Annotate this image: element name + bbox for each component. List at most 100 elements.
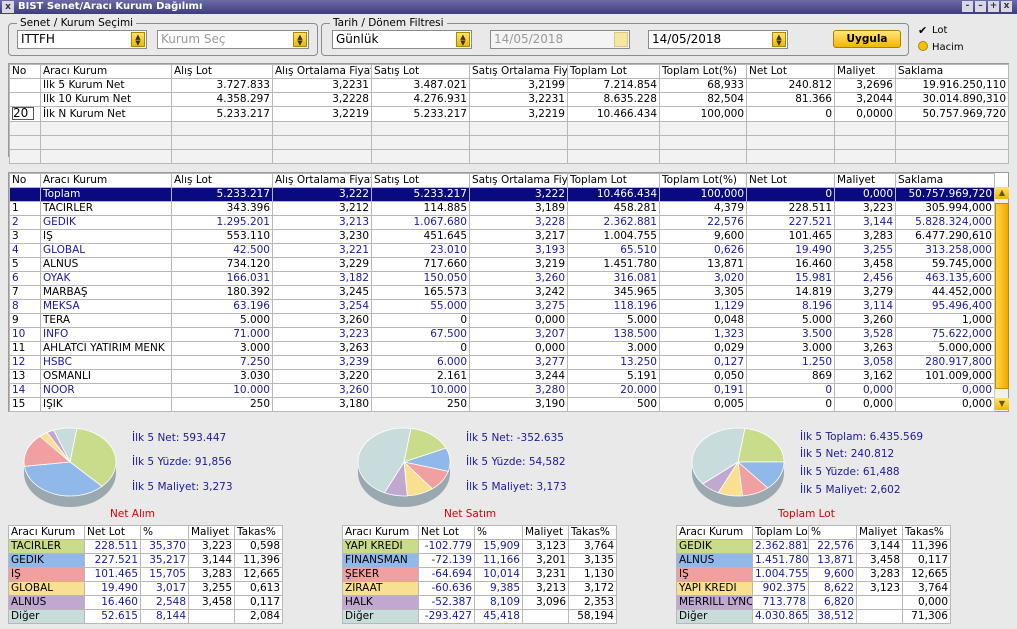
scroll-down-icon[interactable]: ▼ (995, 398, 1009, 410)
column-header: Aracı Kurum (676, 525, 753, 540)
summary-row[interactable]: İlk 5 Kurum Net 3.727.833 3,2231 3.487.021 3… (9, 78, 1009, 93)
detail-cell: 3.500 (746, 327, 835, 342)
chart-table-row[interactable]: GEDİK 227.521 35,217 3,144 11,396 (8, 553, 283, 568)
close-icon[interactable]: x (2, 1, 14, 13)
date-to-field[interactable]: 14/05/2018 ▲ ▼ (648, 30, 788, 49)
apply-button[interactable]: Uygula (833, 30, 901, 48)
senet-select[interactable]: ITTFH ▲ ▼ (17, 30, 147, 49)
table-row[interactable]: 1 TACİRLER 343.396 3,212 114.885 3,189 458.281… (9, 201, 995, 216)
top-n-input[interactable]: 20 (12, 107, 34, 120)
chart-table-row[interactable]: GEDİK 2.362.881 22,576 3,144 11,396 (676, 539, 951, 554)
table-row[interactable]: 9 TERA 5.000 3,260 0 0,000 5.000 0,048 5.000 3,26… (9, 313, 995, 328)
radio-circle-icon (918, 41, 928, 51)
summary-cell: 5.233.217 (171, 106, 273, 122)
column-header: No (9, 173, 41, 188)
chart-table-cell: 15,909 (474, 539, 523, 554)
chart-table-cell: -52.387 (418, 595, 475, 610)
detail-cell: 10.000 (171, 383, 273, 398)
table-row[interactable]: 6 OYAK 166.031 3,182 150.050 3,260 316.081 3,02… (9, 271, 995, 286)
detail-cell: 10 (9, 327, 41, 342)
table-row[interactable]: 5 ALNUS 734.120 3,229 717.660 3,219 1.451.780 1… (9, 257, 995, 272)
summary-row[interactable]: İlk 10 Kurum Net 4.358.297 3,2228 4.276.931… (9, 92, 1009, 107)
detail-cell: 5.000 (746, 313, 835, 328)
chart-table-row[interactable]: MERRILL LYNC 713.778 6,820 0,000 (676, 595, 951, 610)
detail-cell: 3.000 (171, 341, 273, 356)
restore-button[interactable]: – (975, 1, 986, 12)
table-row[interactable]: 13 OSMANLI 3.030 3,220 2.161 3,244 5.191 0,050 8… (9, 369, 995, 384)
scroll-thumb[interactable] (995, 203, 1009, 389)
detail-cell: 166.031 (171, 271, 273, 286)
kurum-select[interactable]: Kurum Seç ▲ ▼ (157, 30, 309, 49)
detail-cell: 3,239 (272, 355, 372, 370)
table-row[interactable]: 11 AHLATCI YATIRIM MENK 3.000 3,263 0 0,000 3.… (9, 341, 995, 356)
calendar-icon[interactable] (614, 32, 628, 47)
maximize-button[interactable]: + (988, 1, 999, 12)
column-header: Aracı Kurum (40, 173, 172, 188)
detail-cell: 165.573 (371, 285, 470, 300)
chart-table-cell: 9,600 (808, 567, 857, 582)
chart-table-cell: 0,000 (902, 595, 951, 610)
minimize-button[interactable]: - (962, 1, 973, 12)
checkmark-icon: ✔ (918, 24, 928, 37)
detail-cell: 3,528 (834, 327, 896, 342)
table-row[interactable]: 7 MARBAŞ 180.392 3,245 165.573 3,242 345.965 3,… (9, 285, 995, 300)
table-row[interactable]: 4 GLOBAL 42.500 3,221 23.010 3,193 65.510 0,626… (9, 243, 995, 258)
chart-table-row[interactable]: İŞ 101.465 15,705 3,283 12,665 (8, 567, 283, 582)
chart-table-row[interactable]: HALK -52.387 8,109 3,096 2,353 (342, 595, 617, 610)
chart-table-row[interactable]: YAPI KREDİ 902.375 8,622 3,123 3,764 (676, 581, 951, 596)
table-row[interactable]: 2 GEDİK 1.295.201 3,213 1.067.680 3,228 2.362.… (9, 215, 995, 230)
column-header: % (140, 525, 189, 540)
window-close-button[interactable]: x (1001, 1, 1012, 12)
chart-table-cell: 15,705 (140, 567, 189, 582)
table-row[interactable]: 3 İŞ 553.110 3,230 451.645 3,217 1.004.755 9,60… (9, 229, 995, 244)
dropdown-arrow-icon[interactable]: ▲ ▼ (456, 32, 470, 47)
dropdown-arrow-icon[interactable]: ▲ ▼ (772, 32, 786, 47)
chart-table-cell: MERRILL LYNC (676, 595, 753, 610)
chart-table-cell: YAPI KREDİ (342, 539, 419, 554)
table-row[interactable]: 10 İNFO 71.000 3,223 67.500 3,207 138.500 1,323… (9, 327, 995, 342)
summary-cell: 240.812 (746, 78, 835, 93)
chart-table-cell: 11,396 (234, 553, 283, 568)
detail-cell: Toplam (40, 187, 172, 202)
chart-table-cell: 0,598 (234, 539, 283, 554)
detail-cell: 0,000 (469, 341, 568, 356)
radio-hacim[interactable]: Hacim (918, 41, 964, 53)
table-row[interactable]: 15 IŞIK 250 3,180 250 3,190 500 0,005 0 0,000 0,00… (9, 397, 995, 412)
chart-table-row[interactable]: ALNUS 1.451.780 13,871 3,458 0,117 (676, 553, 951, 568)
column-header: Net Lot (84, 525, 141, 540)
total-row[interactable]: Toplam 5.233.217 3,222 5.233.217 3,222 10.466… (9, 187, 995, 202)
summary-row[interactable]: 20 İlk N Kurum Net 5.233.217 3,2219 5.233.21… (9, 106, 1009, 122)
chart-table-row[interactable]: Diğer -293.427 45,418 58,194 (342, 609, 617, 624)
summary-cell: 4.358.297 (171, 92, 273, 107)
detail-table: No Aracı Kurum Alış Lot Alış Ortalama Fiyat… (9, 173, 995, 412)
pie-stat-label: İlk 5 Maliyet: 3,173 (466, 481, 567, 493)
date-from-field[interactable]: 14/05/2018 (490, 30, 630, 49)
detail-cell: 3,223 (272, 327, 372, 342)
period-select[interactable]: Günlük ▲ ▼ (332, 30, 472, 49)
chart-table-row[interactable]: GLOBAL 19.490 3,017 3,255 0,613 (8, 581, 283, 596)
summary-cell: 50.757.969,720 (895, 106, 1009, 122)
detail-cell: 5.828.324,000 (895, 215, 995, 230)
detail-cell: 3,229 (272, 257, 372, 272)
pie-stat-label: İlk 5 Net: 240.812 (800, 448, 895, 460)
chart-table-row[interactable]: Diğer 52.615 8,144 2,084 (8, 609, 283, 624)
detail-cell: 3,260 (272, 313, 372, 328)
chart-table-row[interactable]: FİNANSMAN -72.139 11,166 3,201 3,135 (342, 553, 617, 568)
dropdown-arrow-icon[interactable]: ▲ ▼ (131, 32, 145, 47)
chart-table-row[interactable]: ŞEKER -64.694 10,014 3,231 1,130 (342, 567, 617, 582)
chart-table-cell: 101.465 (84, 567, 141, 582)
chart-table-row[interactable]: Diğer 4.030.865 38,512 71,306 (676, 609, 951, 624)
column-header: Takas% (902, 525, 951, 540)
radio-lot[interactable]: ✔ Lot (918, 25, 947, 36)
scroll-up-icon[interactable]: ▲ (995, 187, 1009, 199)
table-row[interactable]: 8 MEKSA 63.196 3,254 55.000 3,275 118.196 1,129… (9, 299, 995, 314)
table-row[interactable]: 14 NOOR 10.000 3,260 10.000 3,280 20.000 0,191 0… (9, 383, 995, 398)
chart-table-row[interactable]: İŞ 1.004.755 9,600 3,283 12,665 (676, 567, 951, 582)
chart-table-row[interactable]: TACİRLER 228.511 35,370 3,223 0,598 (8, 539, 283, 554)
detail-scrollbar[interactable]: ▲ ▼ (994, 187, 1009, 411)
chart-table-row[interactable]: YAPI KREDİ -102.779 15,909 3,123 3,764 (342, 539, 617, 554)
chart-table-row[interactable]: ZİRAAT -60.636 9,385 3,213 3,172 (342, 581, 617, 596)
table-row[interactable]: 12 HSBC 7.250 3,239 6.000 3,277 13.250 0,127 1.2… (9, 355, 995, 370)
dropdown-arrow-icon[interactable]: ▲ ▼ (293, 32, 307, 47)
chart-table-row[interactable]: ALNUS 16.460 2,548 3,458 0,117 (8, 595, 283, 610)
